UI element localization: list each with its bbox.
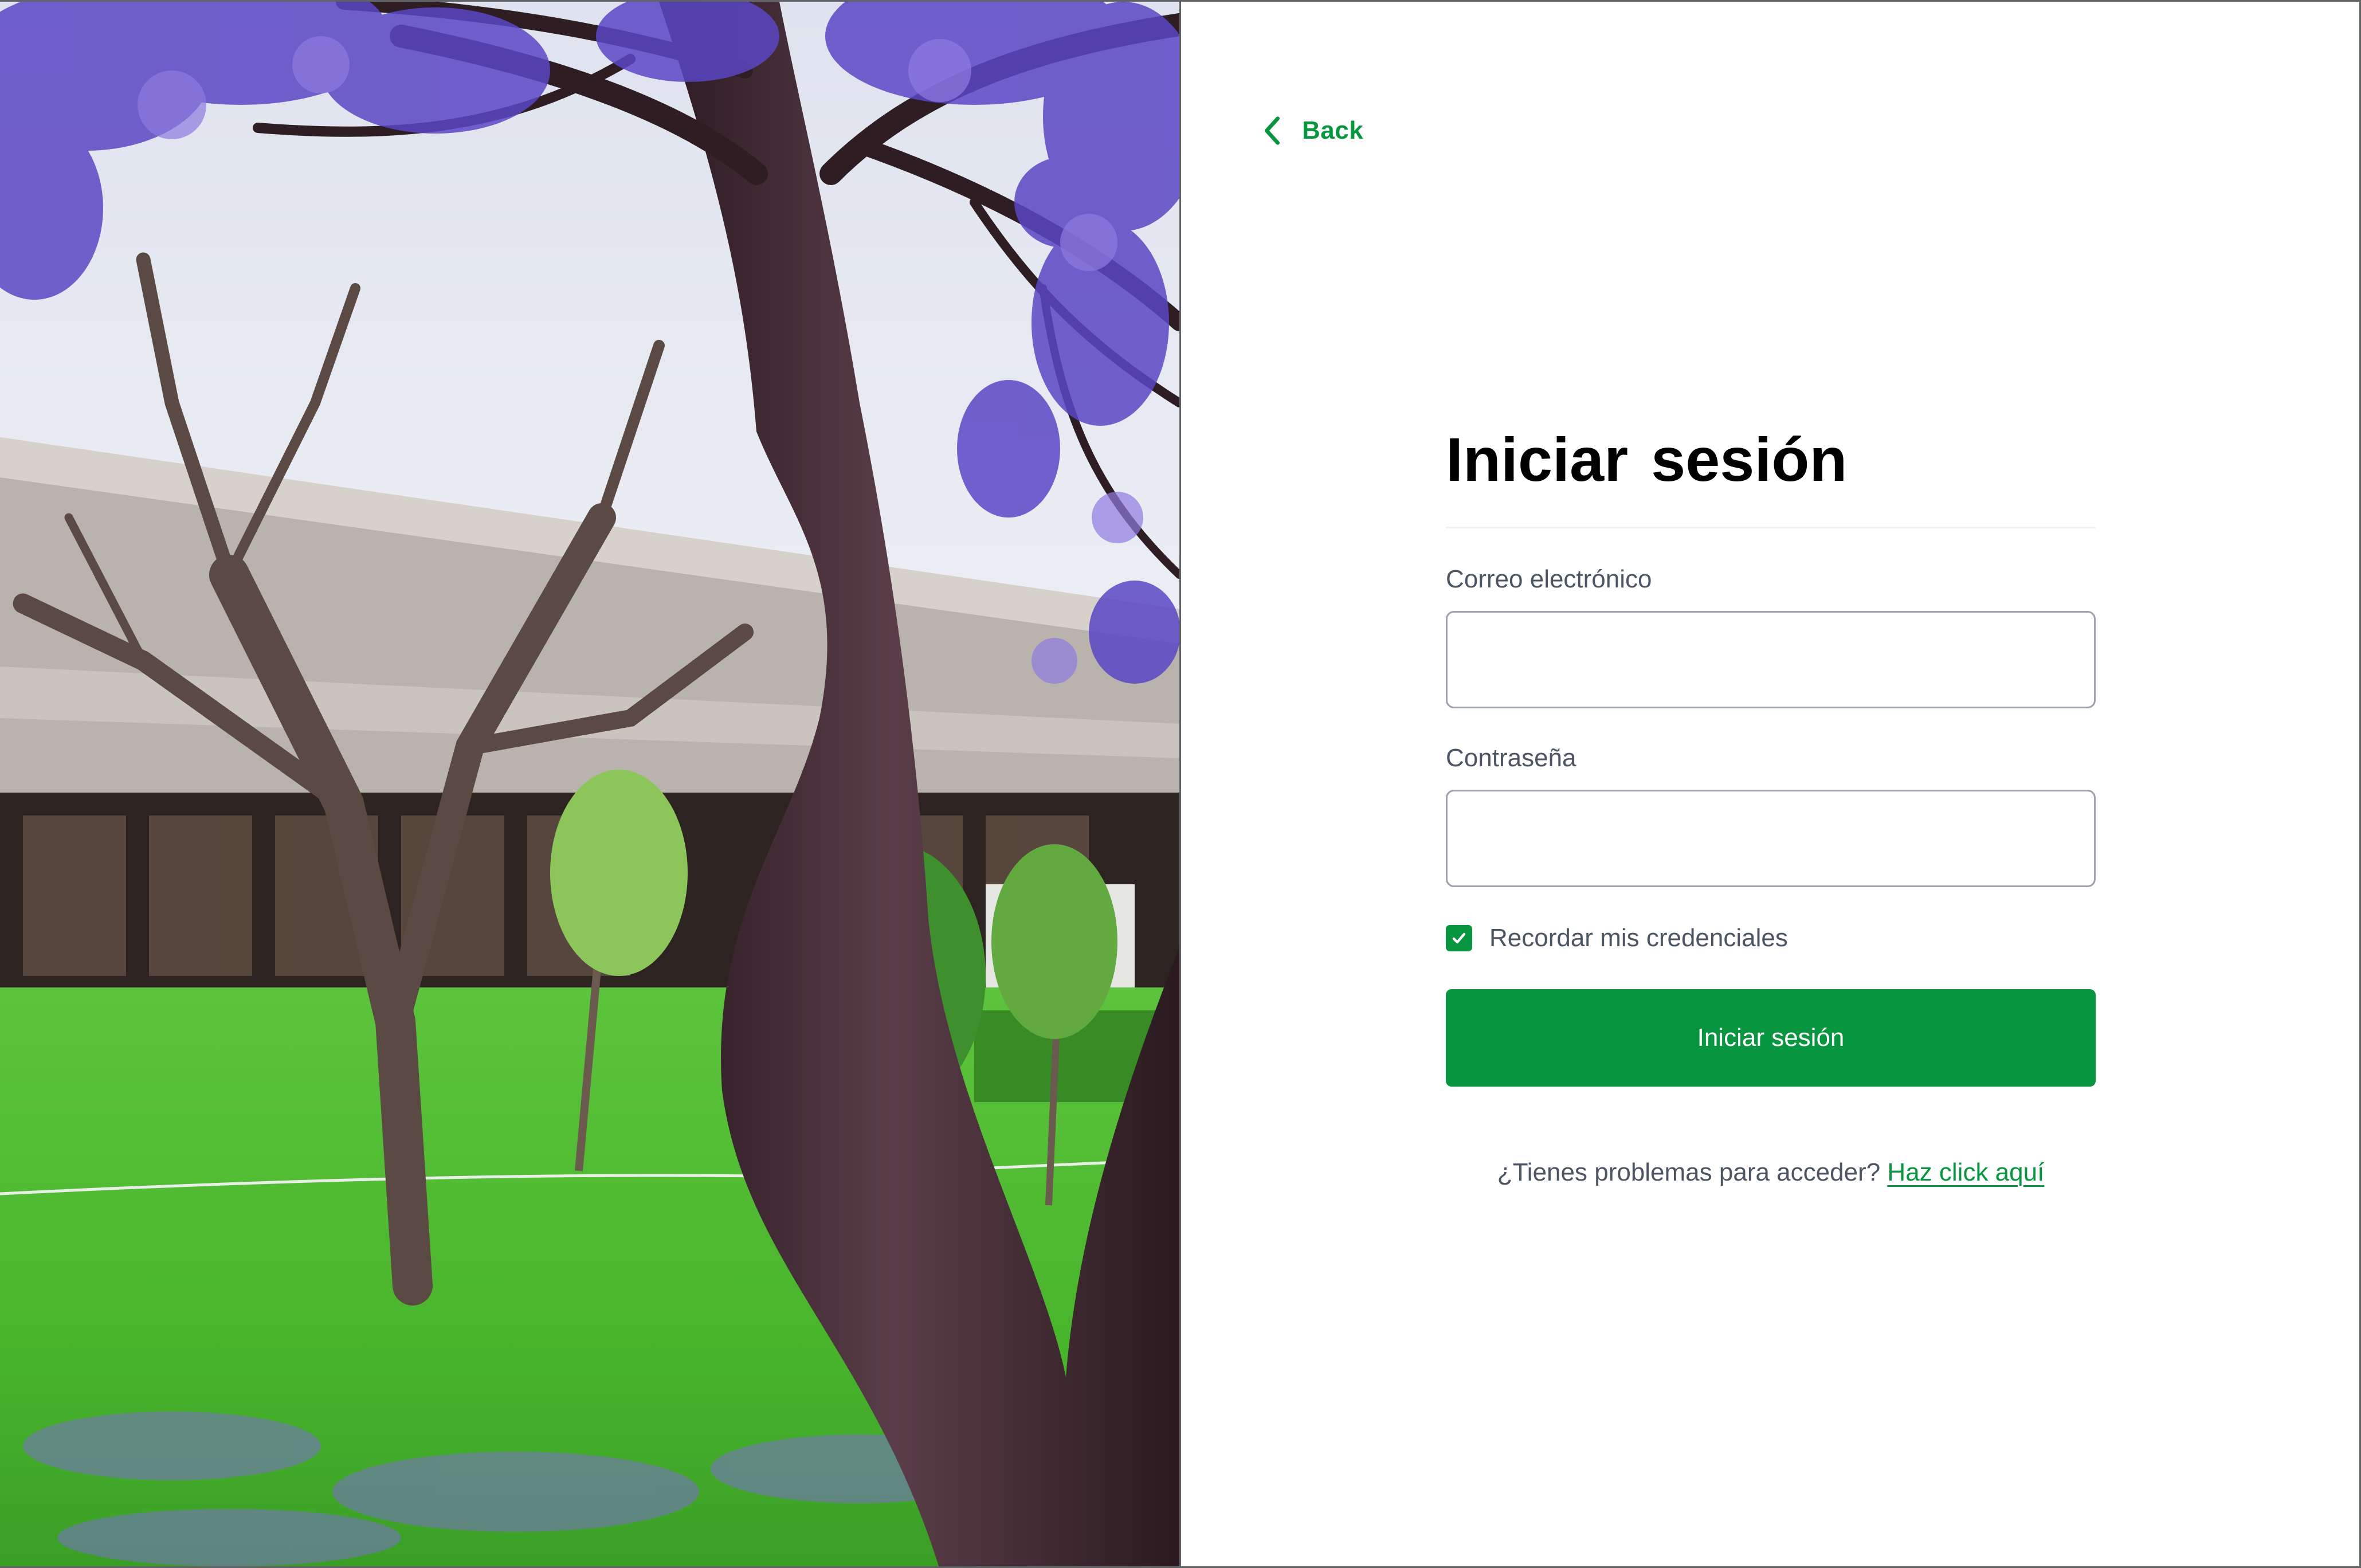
panel-divider (1179, 2, 1181, 1566)
help-question: ¿Tienes problemas para acceder? (1497, 1158, 1881, 1186)
title-divider (1446, 527, 2096, 528)
password-field[interactable] (1446, 790, 2096, 887)
login-button[interactable]: Iniciar sesión (1446, 989, 2096, 1087)
help-link[interactable]: Haz click aquí (1887, 1158, 2044, 1186)
email-field[interactable] (1446, 611, 2096, 708)
remember-checkbox[interactable] (1446, 925, 1472, 951)
login-page: Back Iniciar sesión Correo electrónico C… (0, 0, 2361, 1568)
password-label: Contraseña (1446, 744, 1576, 772)
email-label: Correo electrónico (1446, 565, 1652, 593)
page-title: Iniciar sesión (1446, 425, 1848, 494)
help-text: ¿Tienes problemas para acceder? Haz clic… (1446, 1155, 2096, 1190)
back-link[interactable]: Back (1261, 111, 1363, 151)
chevron-left-icon (1264, 116, 1280, 145)
remember-credentials[interactable]: Recordar mis credenciales (1446, 923, 2096, 954)
check-icon (1452, 932, 1466, 944)
remember-label: Recordar mis credenciales (1489, 924, 1788, 952)
back-label: Back (1302, 116, 1364, 144)
login-form: Iniciar sesión Correo electrónico Contra… (1446, 425, 2096, 1190)
campus-photo (0, 2, 1179, 1566)
